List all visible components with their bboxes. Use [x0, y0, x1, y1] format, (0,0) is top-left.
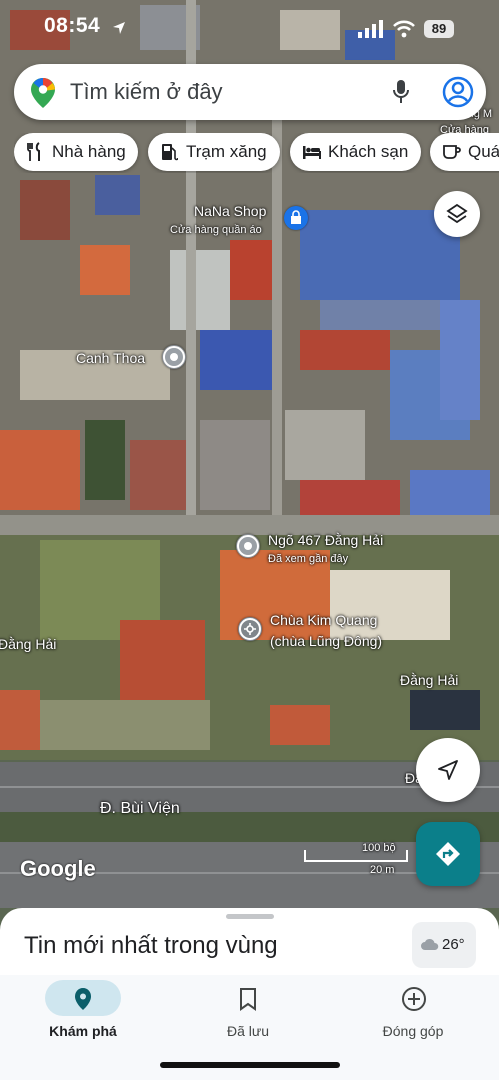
wifi-icon: [393, 20, 415, 38]
place-subtitle: Đã xem gần đây: [268, 553, 349, 565]
place-label-nana-shop[interactable]: NaNa Shop: [194, 203, 266, 219]
microphone-icon[interactable]: [392, 78, 410, 106]
layers-button[interactable]: [434, 191, 480, 237]
road-label: Đằng Hải: [400, 672, 459, 688]
signal-icon: [358, 20, 383, 38]
location-pin-icon: [75, 988, 91, 1010]
navigation-arrow-icon: [438, 760, 458, 780]
account-avatar-icon[interactable]: [442, 76, 474, 108]
fork-knife-icon: [27, 142, 40, 161]
battery-icon: 89: [424, 20, 454, 38]
search-bar[interactable]: Tìm kiếm ở đây: [14, 64, 486, 120]
place-subtitle: Cửa hàng quần áo: [170, 224, 262, 236]
bottom-sheet[interactable]: Tin mới nhất trong vùng 26°: [0, 908, 499, 978]
place-pin-icon[interactable]: [162, 345, 186, 369]
scale-feet: 100 bộ: [362, 842, 396, 854]
chip-label: Trạm xăng: [186, 142, 267, 161]
status-bar: 08:54 89: [0, 0, 499, 58]
weather-chip[interactable]: 26°: [412, 922, 476, 968]
chip-hotels[interactable]: Khách sạn: [290, 133, 421, 171]
add-circle-icon: [402, 987, 426, 1011]
temple-icon[interactable]: [238, 617, 262, 641]
sheet-title: Tin mới nhất trong vùng: [24, 932, 278, 959]
bookmark-icon: [240, 988, 256, 1011]
layers-icon: [446, 203, 468, 224]
nav-label: Đã lưu: [226, 1023, 270, 1039]
bed-icon: [303, 146, 321, 159]
recent-place-pin-icon[interactable]: [236, 534, 260, 558]
place-label-chua-kim-quang[interactable]: Chùa Kim Quang: [270, 612, 377, 628]
map-scale: 100 bộ 20 m: [304, 842, 408, 878]
my-location-button[interactable]: [416, 738, 480, 802]
google-attribution: Google: [20, 856, 96, 881]
temperature: 26°: [442, 936, 465, 953]
scale-meters: 20 m: [370, 864, 395, 876]
chip-label: Nhà hàng: [52, 142, 126, 161]
road-label: Đ. Bùi Viện: [100, 800, 180, 817]
chip-restaurants[interactable]: Nhà hàng: [14, 133, 138, 171]
google-maps-logo-icon: [31, 78, 55, 108]
place-label-canh-thoa[interactable]: Canh Thoa: [76, 350, 145, 366]
road-label: Đằng Hải: [0, 636, 57, 652]
shopping-bag-icon[interactable]: [284, 206, 308, 230]
home-indicator: [160, 1062, 340, 1068]
gas-pump-icon: [162, 144, 178, 161]
place-name: NaNa Shop: [194, 203, 267, 219]
place-label-ngo-467[interactable]: Ngõ 467 Đằng Hải: [268, 532, 383, 548]
cloud-icon: [421, 938, 439, 950]
search-input[interactable]: Tìm kiếm ở đây: [70, 79, 223, 105]
chip-gas-stations[interactable]: Trạm xăng: [148, 133, 280, 171]
directions-button[interactable]: [416, 822, 480, 886]
place-subtitle: (chùa Lũng Đông): [270, 633, 383, 649]
directions-icon: [436, 842, 460, 866]
nav-label: Đóng góp: [382, 1023, 444, 1039]
nav-label: Khám phá: [49, 1023, 117, 1039]
chip-label: Khách sạn: [328, 142, 409, 161]
sheet-drag-handle[interactable]: [226, 914, 274, 919]
category-chips: Nhà hàng Trạm xăng Khách sạn Quá: [14, 133, 499, 173]
coffee-cup-icon: [443, 145, 461, 159]
chip-label: Quá: [468, 142, 499, 161]
location-arrow-icon: [113, 22, 125, 34]
chip-cafes[interactable]: Quá: [430, 133, 499, 171]
status-time: 08:54: [44, 14, 101, 37]
